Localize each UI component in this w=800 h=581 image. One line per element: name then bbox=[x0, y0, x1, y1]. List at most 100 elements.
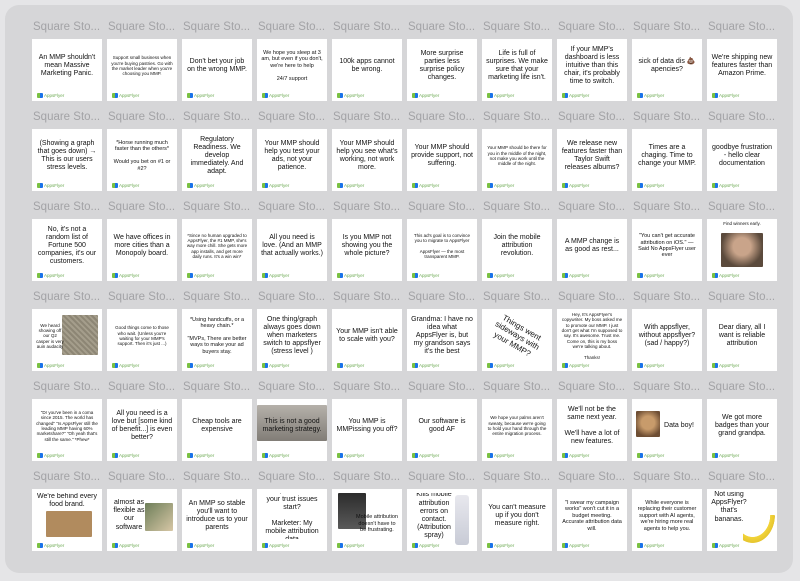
sticky-card[interactable]: Square Sto... We'll not be the same next … bbox=[554, 379, 628, 461]
ad-tile[interactable]: More surprise parties less surprise poli… bbox=[407, 39, 477, 101]
sticky-card[interactable]: Square Sto... Your MMP should help you se… bbox=[329, 109, 403, 191]
ad-tile[interactable]: We're behind every food brand. AppsFlyer bbox=[32, 489, 102, 551]
sticky-card[interactable]: Square Sto... *Using handcuffs, or a heav… bbox=[179, 289, 253, 371]
sticky-card[interactable]: Square Sto... sick of data dis 💩 apencies… bbox=[629, 19, 703, 101]
ad-tile[interactable]: "I swear my campaign works" won't cut it… bbox=[557, 489, 627, 551]
ad-tile[interactable]: Good things come to those who wait. (Unl… bbox=[107, 309, 177, 371]
ad-tile[interactable]: Don't bet your job on the wrong MMP. Apps… bbox=[182, 39, 252, 101]
ad-tile[interactable]: All you need is a love but [some kind of… bbox=[107, 399, 177, 461]
whiteboard-canvas[interactable]: Square Sto... An MMP shouldn't mean Massi… bbox=[5, 5, 793, 573]
ad-tile[interactable]: Our software is good AF AppsFlyer bbox=[407, 399, 477, 461]
ad-tile[interactable]: We heard showing off our Q2 casper is ve… bbox=[32, 309, 102, 371]
ad-tile[interactable]: "Dr you've been in a coma since 2015. Th… bbox=[32, 399, 102, 461]
sticky-card[interactable]: Square Sto... Find winners early. AppsFlye… bbox=[704, 199, 778, 281]
ad-tile[interactable]: Not using AppsFlyer? that's bananas. Apps… bbox=[707, 489, 777, 551]
ad-tile[interactable]: Mobile attribution doesn't have to be fr… bbox=[332, 489, 402, 551]
ad-tile[interactable]: We release new features faster than Tayl… bbox=[557, 129, 627, 191]
ad-tile[interactable]: While everyone is replacing their custom… bbox=[632, 489, 702, 551]
sticky-card[interactable]: Square Sto... 100k apps cannot be wrong. A… bbox=[329, 19, 403, 101]
sticky-card[interactable]: Square Sto... Hey, It's AppsFlyer's copyw… bbox=[554, 289, 628, 371]
sticky-card[interactable]: Square Sto... "I swear my campaign works"… bbox=[554, 469, 628, 551]
sticky-card[interactable]: Square Sto... Regulatory Readiness. We de… bbox=[179, 109, 253, 191]
ad-tile[interactable]: This ad's goal is to convince you to mig… bbox=[407, 219, 477, 281]
ad-tile[interactable]: Hey, It's AppsFlyer's copywriter. My bos… bbox=[557, 309, 627, 371]
sticky-card[interactable]: Square Sto... *Since no human upgraded to… bbox=[179, 199, 253, 281]
sticky-card[interactable]: Square Sto... Your MMP should help you te… bbox=[254, 109, 328, 191]
ad-tile[interactable]: Things went sideways with your MMP? AppsF… bbox=[482, 309, 552, 371]
ad-tile[interactable]: We're shipping new features faster than … bbox=[707, 39, 777, 101]
ad-tile[interactable]: Therapist: How dod your trust issues sta… bbox=[257, 489, 327, 551]
ad-tile[interactable]: *Since no human upgraded to AppsFlyer, t… bbox=[182, 219, 252, 281]
ad-tile[interactable]: Grandma: I have no idea what AppsFlyer i… bbox=[407, 309, 477, 371]
ad-tile[interactable]: You can't measure up if you don't measur… bbox=[482, 489, 552, 551]
sticky-card[interactable]: Square Sto... We got more badges than you… bbox=[704, 379, 778, 461]
ad-tile[interactable]: We got more badges than your grand grand… bbox=[707, 399, 777, 461]
sticky-card[interactable]: Square Sto... This ad's goal is to convin… bbox=[404, 199, 478, 281]
sticky-card[interactable]: Square Sto... Not using AppsFlyer? that's… bbox=[704, 469, 778, 551]
sticky-card[interactable]: Square Sto... Our software is good AF Apps… bbox=[404, 379, 478, 461]
sticky-card[interactable]: Square Sto... We have offices in more cit… bbox=[104, 199, 178, 281]
sticky-card[interactable]: Square Sto... You MMP is MMPissing you of… bbox=[329, 379, 403, 461]
ad-tile[interactable]: sick of data dis 💩 apencies? AppsFlyer bbox=[632, 39, 702, 101]
sticky-card[interactable]: Square Sto... (Showing a graph that goes … bbox=[29, 109, 103, 191]
sticky-card[interactable]: Square Sto... An MMP shouldn't mean Massi… bbox=[29, 19, 103, 101]
sticky-card[interactable]: Square Sto... Don't bet your job on the w… bbox=[179, 19, 253, 101]
sticky-card[interactable]: Square Sto... goodbye frustration - hello… bbox=[704, 109, 778, 191]
ad-tile[interactable]: We hope your palms aren't sweaty, becaus… bbox=[482, 399, 552, 461]
ad-tile[interactable]: A MMP change is as good as rest... AppsFl… bbox=[557, 219, 627, 281]
ad-tile[interactable]: This is not a good marketing strategy. Ap… bbox=[257, 399, 327, 461]
sticky-card[interactable]: Square Sto... Times are a chaging. Time t… bbox=[629, 109, 703, 191]
ad-tile[interactable]: Is you MMP not showing you the whole pic… bbox=[332, 219, 402, 281]
sticky-card[interactable]: Square Sto... We heard showing off our Q2… bbox=[29, 289, 103, 371]
ad-tile[interactable]: 100k apps cannot be wrong. AppsFlyer bbox=[332, 39, 402, 101]
sticky-card[interactable]: Square Sto... We hope you sleep at 3 am, … bbox=[254, 19, 328, 101]
ad-tile[interactable]: If your MMP's dashboard is less intuitiv… bbox=[557, 39, 627, 101]
ad-tile[interactable]: No, it's not a random list of Fortune 50… bbox=[32, 219, 102, 281]
ad-tile[interactable]: Support small business when you're buyin… bbox=[107, 39, 177, 101]
ad-tile[interactable]: We hope you sleep at 3 am, but even if y… bbox=[257, 39, 327, 101]
sticky-card[interactable]: Square Sto... Data boy! AppsFlyer bbox=[629, 379, 703, 461]
sticky-card[interactable]: Square Sto... All you need is a love but … bbox=[104, 379, 178, 461]
ad-tile[interactable]: You MMP is MMPissing you off? AppsFlyer bbox=[332, 399, 402, 461]
sticky-card[interactable]: Square Sto... Support small business when… bbox=[104, 19, 178, 101]
sticky-card[interactable]: Square Sto... Mobile attribution doesn't … bbox=[329, 469, 403, 551]
sticky-card[interactable]: Square Sto... We release new features fas… bbox=[554, 109, 628, 191]
ad-tile[interactable]: Your MMP should provide support, not suf… bbox=[407, 129, 477, 191]
ad-tile[interactable]: Life is full of surprises. We make sure … bbox=[482, 39, 552, 101]
ad-tile[interactable]: An MMP so stable you'll want to introduc… bbox=[182, 489, 252, 551]
ad-tile[interactable]: Your MMP should help you see what's work… bbox=[332, 129, 402, 191]
ad-tile[interactable]: All you need is love. (And an MMP that a… bbox=[257, 219, 327, 281]
sticky-card[interactable]: Square Sto... With appsflyer, without app… bbox=[629, 289, 703, 371]
sticky-card[interactable]: Square Sto... We're behind every food bra… bbox=[29, 469, 103, 551]
sticky-card[interactable]: Square Sto... We're shipping new features… bbox=[704, 19, 778, 101]
sticky-card[interactable]: Square Sto... A MMP change is as good as … bbox=[554, 199, 628, 281]
sticky-card[interactable]: Square Sto... Life is full of surprises. … bbox=[479, 19, 553, 101]
ad-tile[interactable]: (Showing a graph that goes down) → This … bbox=[32, 129, 102, 191]
sticky-card[interactable]: Square Sto... Therapist: How dod your tru… bbox=[254, 469, 328, 551]
ad-tile[interactable]: Find winners early. AppsFlyer bbox=[707, 219, 777, 281]
sticky-card[interactable]: Square Sto... This is not a good marketin… bbox=[254, 379, 328, 461]
sticky-card[interactable]: Square Sto... Good things come to those w… bbox=[104, 289, 178, 371]
sticky-card[interactable]: Square Sto... One thing/graph always goes… bbox=[254, 289, 328, 371]
sticky-card[interactable]: Square Sto... If your MMP's dashboard is … bbox=[554, 19, 628, 101]
sticky-card[interactable]: Square Sto... Kills mobile attribution er… bbox=[404, 469, 478, 551]
sticky-card[interactable]: Square Sto... You can't measure up if you… bbox=[479, 469, 553, 551]
sticky-card[interactable]: Square Sto... Is you MMP not showing you … bbox=[329, 199, 403, 281]
ad-tile[interactable]: goodbye frustration - hello clear docume… bbox=[707, 129, 777, 191]
sticky-card[interactable]: Square Sto... Cheap tools are expensive Ap… bbox=[179, 379, 253, 461]
sticky-card[interactable]: Square Sto... Things went sideways with y… bbox=[479, 289, 553, 371]
ad-tile[interactable]: Regulatory Readiness. We develop immedia… bbox=[182, 129, 252, 191]
sticky-card[interactable]: Square Sto... Your MMP should provide sup… bbox=[404, 109, 478, 191]
ad-tile[interactable]: almost as flexible as our software AppsFl… bbox=[107, 489, 177, 551]
ad-tile[interactable]: Join the mobile attribution revolution. A… bbox=[482, 219, 552, 281]
sticky-card[interactable]: Square Sto... More surprise parties less … bbox=[404, 19, 478, 101]
sticky-card[interactable]: Square Sto... We hope your palms aren't s… bbox=[479, 379, 553, 461]
ad-tile[interactable]: *Using handcuffs, or a heavy chain.* "MV… bbox=[182, 309, 252, 371]
ad-tile[interactable]: *Horse running much faster than the othe… bbox=[107, 129, 177, 191]
ad-tile[interactable]: One thing/graph always goes down when ma… bbox=[257, 309, 327, 371]
sticky-card[interactable]: Square Sto... All you need is love. (And … bbox=[254, 199, 328, 281]
sticky-card[interactable]: Square Sto... An MMP so stable you'll wan… bbox=[179, 469, 253, 551]
sticky-card[interactable]: Square Sto... Your MMP isn't able to scal… bbox=[329, 289, 403, 371]
sticky-card[interactable]: Square Sto... No, it's not a random list … bbox=[29, 199, 103, 281]
ad-tile[interactable]: Cheap tools are expensive AppsFlyer bbox=[182, 399, 252, 461]
